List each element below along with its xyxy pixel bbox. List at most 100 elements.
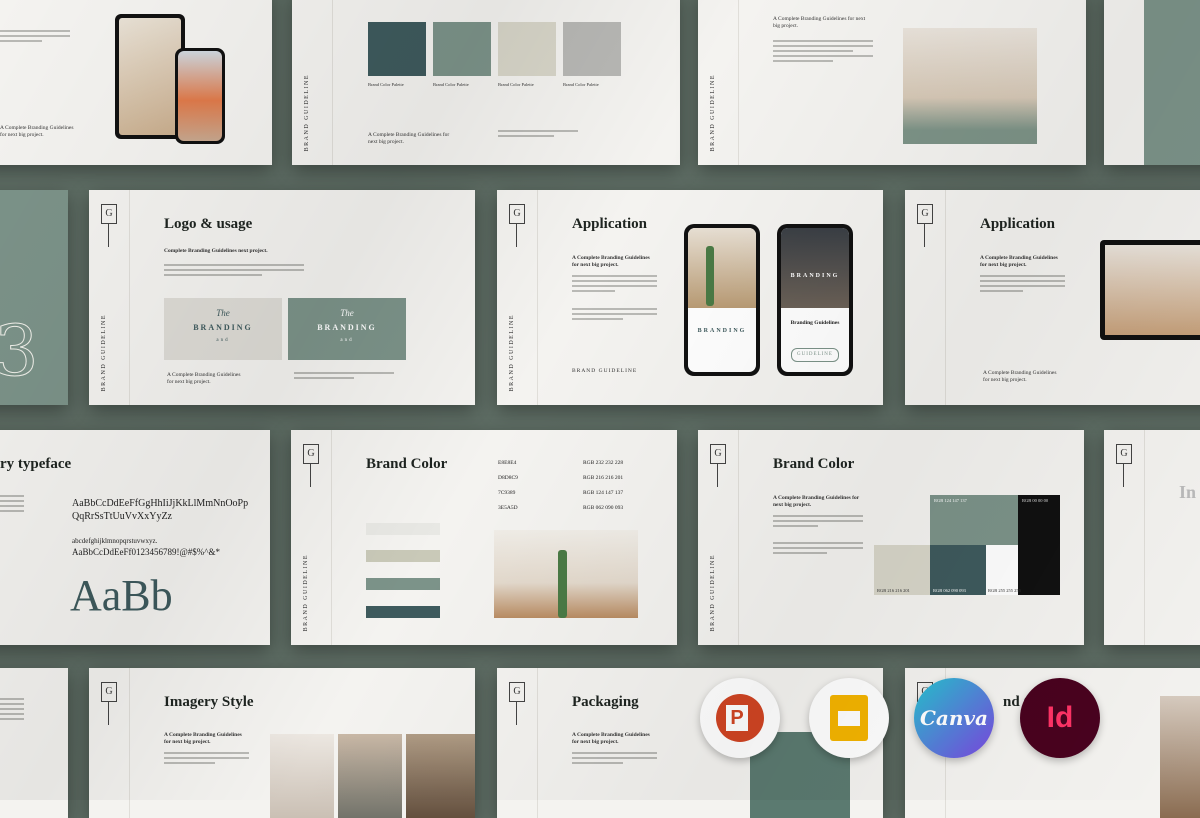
guideline-label: BRAND GUIDELINE	[509, 313, 515, 391]
slide-logo-usage[interactable]: G BRAND GUIDELINE Logo & usage Complete …	[89, 190, 475, 405]
text-lines	[572, 275, 657, 295]
canva-wordmark: Canva	[920, 706, 988, 730]
text-lines	[572, 752, 657, 767]
slide-sidebar: G	[497, 668, 538, 818]
slide-sidebar: G	[905, 190, 946, 405]
g-logo-mark: G	[509, 682, 525, 725]
logo-wordmark: BRANDING	[317, 323, 377, 332]
powerpoint-glyph: P	[726, 705, 748, 731]
phone-mockup-left: BRANDING	[684, 224, 760, 376]
guideline-label: BRAND GUIDELINE	[710, 73, 716, 151]
text-lines	[773, 515, 863, 530]
breakfast-photo	[903, 28, 1037, 144]
slide-title: Application	[572, 216, 648, 232]
g-logo-mark: G	[710, 444, 726, 487]
slide-typeface[interactable]: ry typeface AaBbCcDdEeFfGgHhIiJjKkLlMmNn…	[0, 430, 270, 645]
slide-device-mockup[interactable]: A Complete Branding Guidelines for next …	[0, 0, 272, 165]
g-logo-mark: G	[101, 204, 117, 247]
logo-sub: and	[216, 338, 230, 343]
phone-logo: BRANDING	[790, 273, 840, 279]
color-block-black	[1018, 495, 1060, 595]
slide-subtitle: A Complete Branding Guidelines for next …	[773, 495, 860, 508]
interior-photo	[494, 530, 638, 618]
slide-application[interactable]: G BRAND GUIDELINE Application A Complete…	[497, 190, 883, 405]
text-lines	[572, 308, 657, 323]
hex-code-2: D8D8C9	[498, 475, 518, 481]
slide-sidebar: G BRAND GUIDELINE	[89, 190, 130, 405]
slide-application-2[interactable]: G Application A Complete Branding Guidel…	[905, 190, 1200, 405]
hex-code-1: E8E8E4	[498, 460, 517, 466]
rgb-code-1: RGB 232 232 228	[583, 460, 624, 466]
text-lines	[498, 130, 578, 140]
color-bar-3	[366, 578, 440, 590]
glyph-lowercase: abcdefghijklmnopqrstuvwxyz.	[72, 537, 158, 545]
powerpoint-icon[interactable]: P	[700, 678, 780, 758]
google-slides-icon[interactable]	[809, 678, 889, 758]
slide-subtitle: A Complete Branding Guidelines for next …	[572, 255, 650, 268]
phone-guideline-button[interactable]: GUIDELINE	[791, 348, 839, 362]
slide-sidebar: G BRAND GUIDELINE	[698, 430, 739, 645]
slide-title: Brand Color	[366, 456, 448, 472]
guideline-label: BRAND GUIDELINE	[303, 553, 309, 631]
footer-text: A Complete Branding Guidelines for next …	[773, 16, 866, 29]
text-lines	[773, 542, 863, 557]
g-logo-mark: G	[303, 444, 319, 487]
glyph-uppercase: AaBbCcDdEeFfGgHhIiJjKkLlMmNnOoPp	[72, 498, 249, 509]
g-logo-mark: G	[1116, 444, 1132, 487]
logo-dark-panel: The BRANDING and	[288, 298, 406, 360]
text-lines	[0, 30, 70, 45]
slide-sidebar: BRAND GUIDELINE	[292, 0, 333, 165]
indesign-icon[interactable]: Id	[1020, 678, 1100, 758]
guideline-label: BRAND GUIDELINE	[710, 553, 716, 631]
imagery-photo-2	[338, 734, 402, 818]
footer-text: A Complete Branding Guidelines for next …	[167, 372, 241, 385]
phone-logo: BRANDING	[697, 328, 747, 334]
rgb-code-3: RGB 124 147 137	[583, 490, 624, 496]
slide-title: Packaging	[572, 694, 639, 710]
imagery-photo-3	[406, 734, 475, 818]
indesign-glyph: Id	[1046, 701, 1074, 734]
g-logo-mark: G	[101, 682, 117, 725]
canva-icon[interactable]: Canva	[914, 678, 994, 758]
phone-mockup-right: BRANDING Branding Guidelines GUIDELINE	[777, 224, 853, 376]
slide-title: Logo & usage	[164, 216, 253, 232]
block-label-teal: RGB 062 090 093	[933, 588, 966, 593]
footer-text: A Complete Branding Guidelines for next …	[983, 370, 1057, 383]
slide-color-palette[interactable]: BRAND GUIDELINE Brand Color Palette Bran…	[292, 0, 680, 165]
footer-label: BRAND GUIDELINE	[572, 368, 638, 374]
slide-sidebar: G BRAND GUIDELINE	[497, 190, 538, 405]
slide-brand-color[interactable]: G BRAND GUIDELINE Brand Color E8E8E4 RGB…	[291, 430, 677, 645]
slide-brand-color-2[interactable]: G BRAND GUIDELINE Brand Color A Complete…	[698, 430, 1084, 645]
text-lines	[294, 372, 394, 382]
slide-title: Imagery Style	[164, 694, 254, 710]
phone-mockup	[175, 48, 225, 144]
logo-script: The	[216, 308, 230, 318]
slide-partial-left-bottom[interactable]	[0, 668, 68, 818]
slide-sidebar: G BRAND GUIDELINE	[291, 430, 332, 645]
glyph-uppercase-2: QqRrSsTtUuVvXxYyZz	[72, 511, 172, 522]
footer-text: A Complete Branding Guidelines for next …	[368, 132, 450, 145]
slide-partial-left-number[interactable]: 3	[0, 190, 68, 405]
swatch-1-label: Brand Color Palette	[368, 82, 404, 87]
block-label-white: RGB 255 255 255	[988, 588, 1021, 593]
slide-lifestyle[interactable]: BRAND GUIDELINE A Complete Branding Guid…	[698, 0, 1086, 165]
slide-partial-right-2[interactable]: G In	[1104, 430, 1200, 645]
swatch-3-label: Brand Color Palette	[498, 82, 534, 87]
logo-light-panel: The BRANDING and	[164, 298, 282, 360]
guideline-label: BRAND GUIDELINE	[101, 313, 107, 391]
hex-code-4: 3E5A5D	[498, 505, 518, 511]
logo-sub: and	[340, 338, 354, 343]
swatch-2	[433, 22, 491, 76]
slide-partial-right[interactable]	[1104, 0, 1200, 165]
section-number: 3	[0, 310, 39, 393]
block-label-beige: RGB 216 216 201	[877, 588, 910, 593]
g-logo-mark: G	[509, 204, 525, 247]
text-lines	[980, 275, 1065, 295]
rgb-code-4: RGB 062 090 093	[583, 505, 624, 511]
partial-title: In	[1179, 482, 1197, 502]
swatch-4	[563, 22, 621, 76]
swatch-1	[368, 22, 426, 76]
swatch-4-label: Brand Color Palette	[563, 82, 599, 87]
green-panel	[1144, 0, 1200, 165]
slide-imagery-style[interactable]: G Imagery Style A Complete Branding Guid…	[89, 668, 475, 818]
